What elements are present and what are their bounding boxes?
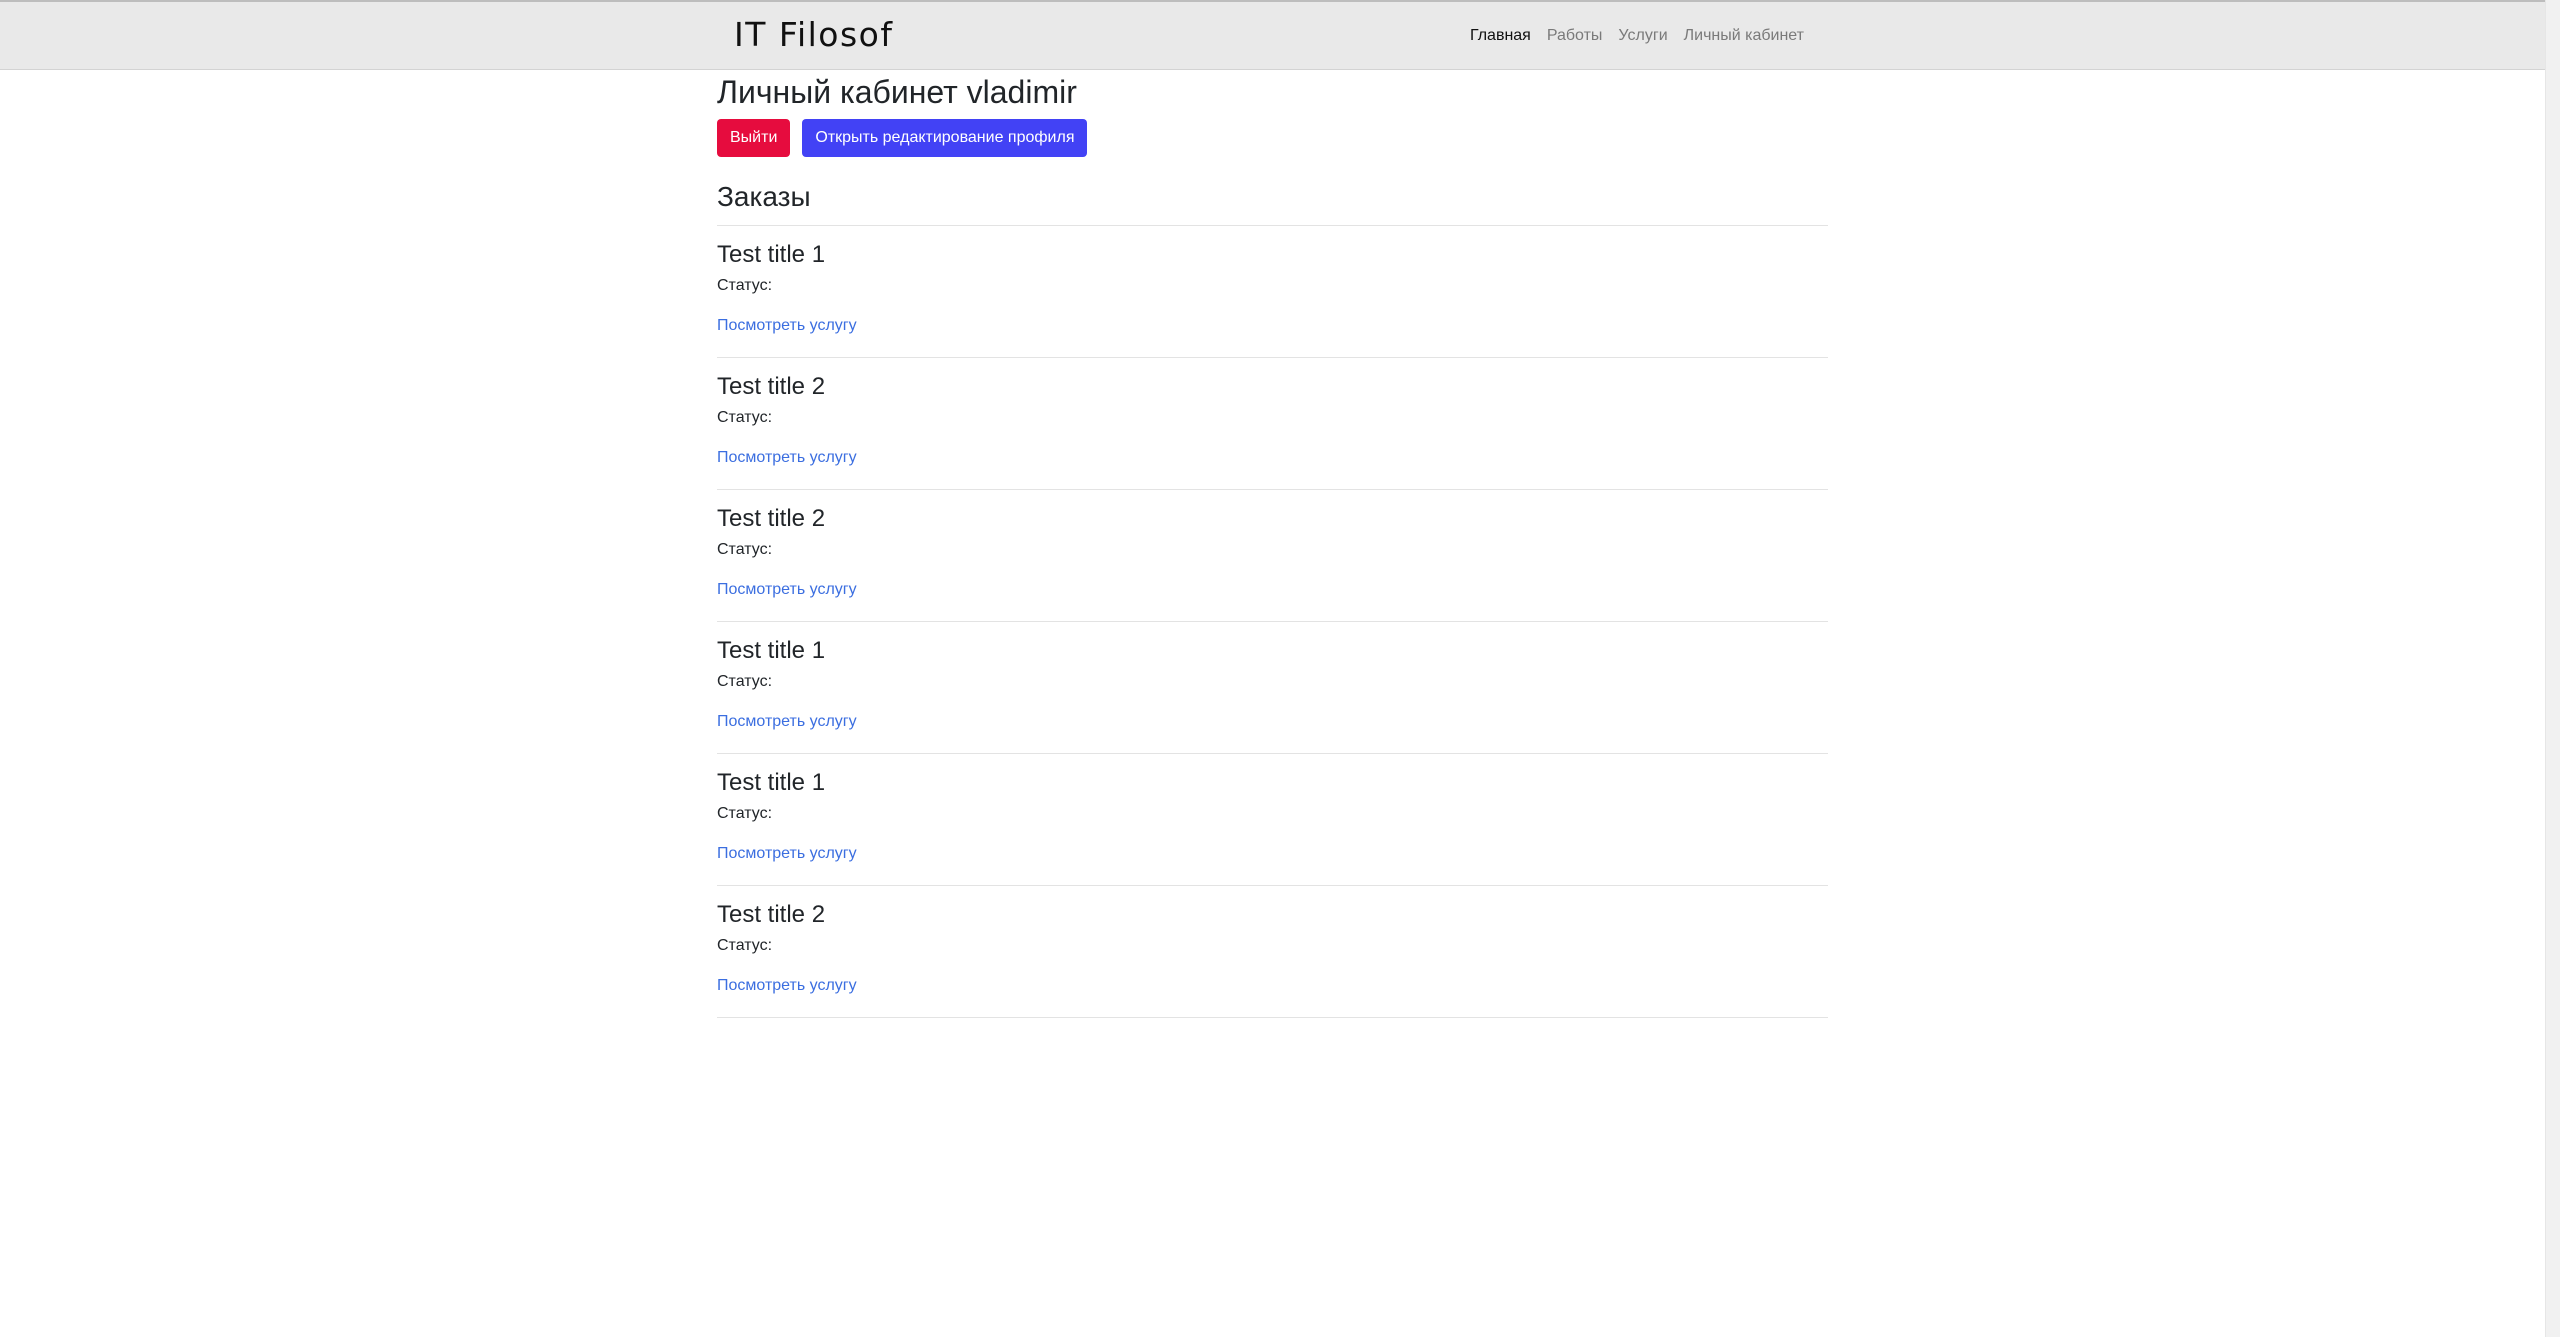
page-scrollbar[interactable]: [2545, 0, 2560, 1337]
nav-link-home[interactable]: Главная: [1470, 26, 1531, 46]
nav-links: Главная Работы Услуги Личный кабинет: [1470, 2, 1804, 69]
view-service-link[interactable]: Посмотреть услугу: [717, 976, 857, 996]
order-item: Test title 1 Статус: Посмотреть услугу: [717, 754, 1828, 886]
order-item: Test title 1 Статус: Посмотреть услугу: [717, 622, 1828, 754]
orders-list: Test title 1 Статус: Посмотреть услугу T…: [717, 225, 1828, 1018]
page-title: Личный кабинет vladimir: [717, 74, 1077, 110]
view-service-link[interactable]: Посмотреть услугу: [717, 316, 857, 336]
brand-logo[interactable]: IT Filosof: [734, 15, 894, 55]
order-status: Статус:: [717, 409, 773, 426]
order-title: Test title 2: [717, 373, 826, 400]
order-title: Test title 1: [717, 637, 826, 664]
order-title: Test title 1: [717, 241, 826, 268]
navbar: IT Filosof Главная Работы Услуги Личный …: [0, 0, 2545, 70]
order-title: Test title 2: [717, 505, 826, 532]
order-status: Статус:: [717, 805, 773, 822]
order-item: Test title 2 Статус: Посмотреть услугу: [717, 886, 1828, 1018]
nav-link-services[interactable]: Услуги: [1618, 26, 1667, 46]
order-title: Test title 2: [717, 901, 826, 928]
order-status: Статус:: [717, 937, 773, 954]
nav-link-account[interactable]: Личный кабинет: [1684, 26, 1804, 46]
view-service-link[interactable]: Посмотреть услугу: [717, 448, 857, 468]
view-service-link[interactable]: Посмотреть услугу: [717, 844, 857, 864]
view-service-link[interactable]: Посмотреть услугу: [717, 712, 857, 732]
main-content: Личный кабинет vladimir Выйти Открыть ре…: [717, 70, 1828, 1018]
order-item: Test title 1 Статус: Посмотреть услугу: [717, 226, 1828, 358]
view-service-link[interactable]: Посмотреть услугу: [717, 580, 857, 600]
order-item: Test title 2 Статус: Посмотреть услугу: [717, 358, 1828, 490]
order-status: Статус:: [717, 541, 773, 558]
logout-button[interactable]: Выйти: [717, 119, 791, 157]
page: IT Filosof Главная Работы Услуги Личный …: [0, 0, 2545, 1337]
order-title: Test title 1: [717, 769, 826, 796]
order-status: Статус:: [717, 277, 773, 294]
nav-link-works[interactable]: Работы: [1547, 26, 1603, 46]
order-status: Статус:: [717, 673, 773, 690]
profile-actions: Выйти Открыть редактирование профиля: [717, 119, 1828, 157]
orders-heading: Заказы: [717, 181, 811, 212]
edit-profile-button[interactable]: Открыть редактирование профиля: [802, 119, 1088, 157]
order-item: Test title 2 Статус: Посмотреть услугу: [717, 490, 1828, 622]
